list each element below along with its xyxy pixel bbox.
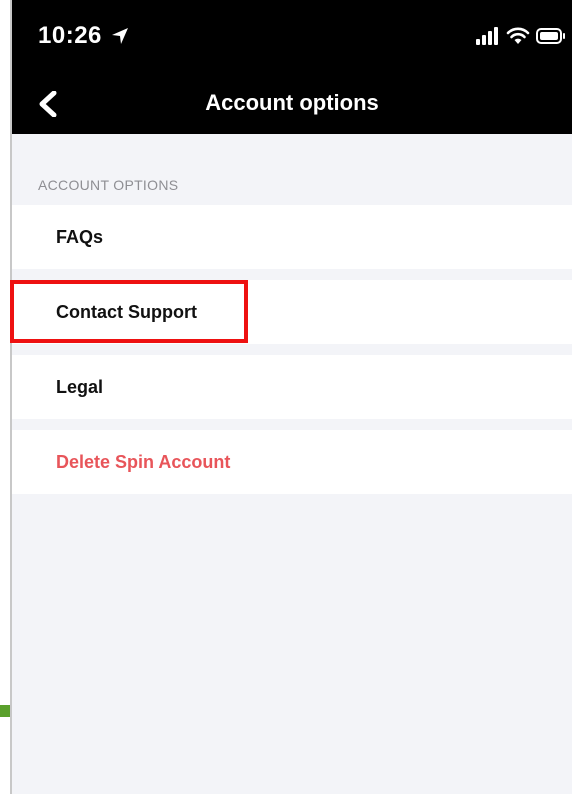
status-time: 10:26	[38, 22, 102, 49]
contact-support-row[interactable]: Contact Support	[12, 280, 572, 344]
page-title: Account options	[205, 90, 379, 115]
faqs-label: FAQs	[56, 227, 104, 247]
legal-row[interactable]: Legal	[12, 355, 572, 419]
contact-support-label: Contact Support	[56, 302, 197, 322]
status-icons	[476, 26, 566, 46]
phone-screen: 10:26 Account options ACCOUNT OPTIONS FA…	[12, 0, 572, 794]
delete-account-row[interactable]: Delete Spin Account	[12, 430, 572, 494]
faqs-row[interactable]: FAQs	[12, 205, 572, 269]
screenshot: 10:26 Account options ACCOUNT OPTIONS FA…	[0, 0, 572, 794]
battery-icon	[536, 28, 565, 44]
delete-account-label: Delete Spin Account	[56, 452, 231, 472]
navigation-bar: Account options	[12, 76, 572, 134]
section-header: ACCOUNT OPTIONS	[38, 177, 179, 193]
left-accent-mark	[0, 705, 10, 717]
signal-icon	[476, 27, 498, 45]
location-arrow-icon	[112, 28, 128, 44]
wifi-icon	[506, 27, 530, 44]
status-bar: 10:26	[12, 0, 572, 76]
legal-label: Legal	[56, 377, 104, 397]
